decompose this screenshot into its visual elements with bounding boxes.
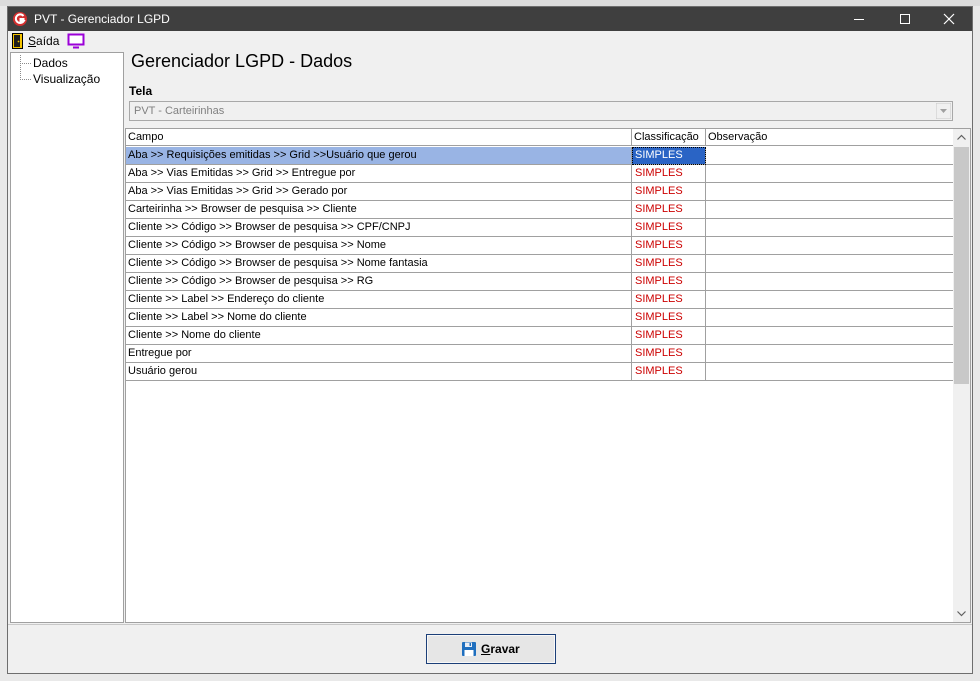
- minimize-button[interactable]: [836, 7, 882, 31]
- table-row[interactable]: Cliente >> Label >> Nome do cliente SIMP…: [126, 309, 956, 327]
- menu-bar: Saída: [8, 31, 972, 51]
- save-button[interactable]: Gravar: [426, 634, 556, 664]
- cell-classificacao[interactable]: SIMPLES: [632, 201, 706, 219]
- cell-classificacao[interactable]: SIMPLES: [632, 273, 706, 291]
- monitor-icon: [67, 33, 85, 49]
- scrollbar-thumb[interactable]: [954, 147, 969, 384]
- cell-classificacao[interactable]: SIMPLES: [632, 327, 706, 345]
- app-logo-icon: [13, 12, 27, 26]
- cell-observacao[interactable]: [706, 273, 956, 291]
- cell-classificacao[interactable]: SIMPLES: [632, 219, 706, 237]
- app-window: PVT - Gerenciador LGPD Saída Dados Visua…: [7, 6, 973, 674]
- grid-header: Campo Classificação Observação: [126, 129, 956, 147]
- chevron-down-icon[interactable]: [936, 103, 951, 119]
- cell-observacao[interactable]: [706, 255, 956, 273]
- cell-observacao[interactable]: [706, 183, 956, 201]
- table-row[interactable]: Cliente >> Código >> Browser de pesquisa…: [126, 255, 956, 273]
- cell-campo[interactable]: Aba >> Vias Emitidas >> Grid >> Gerado p…: [126, 183, 632, 201]
- cell-campo[interactable]: Aba >> Requisições emitidas >> Grid >>Us…: [126, 147, 632, 165]
- cell-classificacao[interactable]: SIMPLES: [632, 291, 706, 309]
- tree-branch-line: [20, 63, 31, 80]
- table-row[interactable]: Aba >> Vias Emitidas >> Grid >> Gerado p…: [126, 183, 956, 201]
- table-row[interactable]: Entregue por SIMPLES: [126, 345, 956, 363]
- cell-observacao[interactable]: [706, 201, 956, 219]
- cell-observacao[interactable]: [706, 309, 956, 327]
- table-row[interactable]: Cliente >> Código >> Browser de pesquisa…: [126, 273, 956, 291]
- cell-classificacao[interactable]: SIMPLES: [632, 363, 706, 381]
- data-grid: Campo Classificação Observação Aba >> Re…: [125, 128, 971, 623]
- save-button-content: Gravar: [461, 641, 520, 657]
- exit-menu-label: Saída: [28, 34, 60, 48]
- column-header-classificacao[interactable]: Classificação: [632, 129, 706, 146]
- cell-observacao[interactable]: [706, 165, 956, 183]
- cell-classificacao[interactable]: SIMPLES: [632, 309, 706, 327]
- cell-classificacao[interactable]: SIMPLES: [632, 165, 706, 183]
- cell-observacao[interactable]: [706, 147, 956, 165]
- footer-divider: [8, 624, 972, 625]
- cell-campo[interactable]: Entregue por: [126, 345, 632, 363]
- tela-select[interactable]: PVT - Carteirinhas: [129, 101, 953, 121]
- scroll-up-icon[interactable]: [953, 129, 970, 146]
- exit-menu-item[interactable]: Saída: [12, 33, 59, 49]
- title-bar[interactable]: PVT - Gerenciador LGPD: [8, 7, 972, 31]
- table-row[interactable]: Aba >> Vias Emitidas >> Grid >> Entregue…: [126, 165, 956, 183]
- navigation-tree: Dados Visualização: [10, 52, 124, 623]
- cell-campo[interactable]: Cliente >> Label >> Nome do cliente: [126, 309, 632, 327]
- tela-select-value: PVT - Carteirinhas: [134, 105, 225, 117]
- cell-campo[interactable]: Cliente >> Label >> Endereço do cliente: [126, 291, 632, 309]
- close-button[interactable]: [926, 7, 972, 31]
- cell-observacao[interactable]: [706, 327, 956, 345]
- table-row[interactable]: Aba >> Requisições emitidas >> Grid >>Us…: [126, 147, 956, 165]
- window-title: PVT - Gerenciador LGPD: [34, 12, 170, 26]
- cell-observacao[interactable]: [706, 237, 956, 255]
- cell-observacao[interactable]: [706, 363, 956, 381]
- monitor-menu-item[interactable]: [67, 33, 85, 49]
- tree-item-visualizacao[interactable]: Visualização: [11, 63, 123, 87]
- cell-campo[interactable]: Aba >> Vias Emitidas >> Grid >> Entregue…: [126, 165, 632, 183]
- table-row[interactable]: Usuário gerou SIMPLES: [126, 363, 956, 381]
- tela-label: Tela: [129, 84, 153, 98]
- cell-observacao[interactable]: [706, 345, 956, 363]
- cell-classificacao[interactable]: SIMPLES: [632, 345, 706, 363]
- table-row[interactable]: Carteirinha >> Browser de pesquisa >> Cl…: [126, 201, 956, 219]
- cell-campo[interactable]: Cliente >> Código >> Browser de pesquisa…: [126, 255, 632, 273]
- cell-campo[interactable]: Cliente >> Código >> Browser de pesquisa…: [126, 273, 632, 291]
- cell-campo[interactable]: Carteirinha >> Browser de pesquisa >> Cl…: [126, 201, 632, 219]
- close-icon: [943, 13, 955, 25]
- cell-classificacao[interactable]: SIMPLES: [632, 237, 706, 255]
- cell-observacao[interactable]: [706, 219, 956, 237]
- table-row[interactable]: Cliente >> Código >> Browser de pesquisa…: [126, 219, 956, 237]
- column-header-campo[interactable]: Campo: [126, 129, 632, 146]
- exit-door-icon: [12, 33, 23, 49]
- cell-classificacao[interactable]: SIMPLES: [632, 183, 706, 201]
- column-header-observacao[interactable]: Observação: [706, 129, 956, 146]
- scroll-down-icon[interactable]: [953, 605, 970, 622]
- maximize-icon: [900, 14, 910, 24]
- tree-item-label: Dados: [33, 56, 68, 70]
- cell-observacao[interactable]: [706, 291, 956, 309]
- table-row[interactable]: Cliente >> Código >> Browser de pesquisa…: [126, 237, 956, 255]
- maximize-button[interactable]: [882, 7, 928, 31]
- tree-item-label: Visualização: [33, 72, 101, 86]
- save-button-label: Gravar: [481, 642, 520, 656]
- cell-campo[interactable]: Usuário gerou: [126, 363, 632, 381]
- table-row[interactable]: Cliente >> Label >> Endereço do cliente …: [126, 291, 956, 309]
- minimize-icon: [854, 19, 864, 20]
- cell-campo[interactable]: Cliente >> Nome do cliente: [126, 327, 632, 345]
- cell-classificacao[interactable]: SIMPLES: [632, 255, 706, 273]
- cell-campo[interactable]: Cliente >> Código >> Browser de pesquisa…: [126, 219, 632, 237]
- page-title: Gerenciador LGPD - Dados: [131, 51, 353, 71]
- floppy-disk-icon: [462, 642, 476, 656]
- cell-classificacao[interactable]: SIMPLES: [632, 147, 706, 165]
- cell-campo[interactable]: Cliente >> Código >> Browser de pesquisa…: [126, 237, 632, 255]
- table-row[interactable]: Cliente >> Nome do cliente SIMPLES: [126, 327, 956, 345]
- vertical-scrollbar[interactable]: [953, 129, 970, 622]
